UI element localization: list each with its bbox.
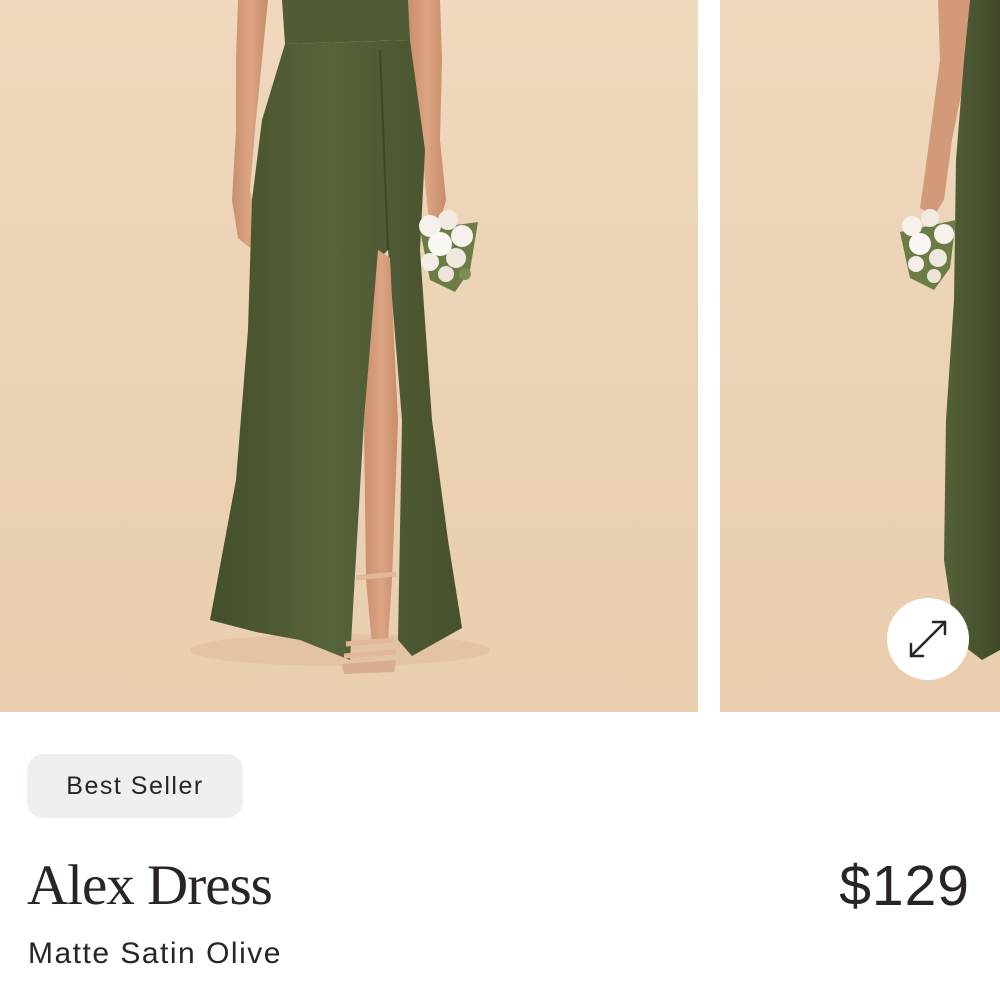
expand-arrows-icon (909, 620, 947, 658)
product-color-variant: Matte Satin Olive (28, 937, 282, 970)
product-image-main[interactable] (0, 0, 698, 712)
product-card: Best Seller Alex Dress $129 Matte Satin … (0, 0, 1000, 1000)
dress-photo-side (720, 0, 1000, 712)
product-price: $129 (839, 854, 970, 918)
product-image-carousel[interactable] (0, 0, 1000, 712)
product-image-next[interactable] (720, 0, 1000, 712)
dress-photo-front (0, 0, 698, 712)
best-seller-badge: Best Seller (27, 754, 243, 818)
product-name: Alex Dress (27, 854, 273, 917)
expand-image-button[interactable] (887, 598, 969, 680)
